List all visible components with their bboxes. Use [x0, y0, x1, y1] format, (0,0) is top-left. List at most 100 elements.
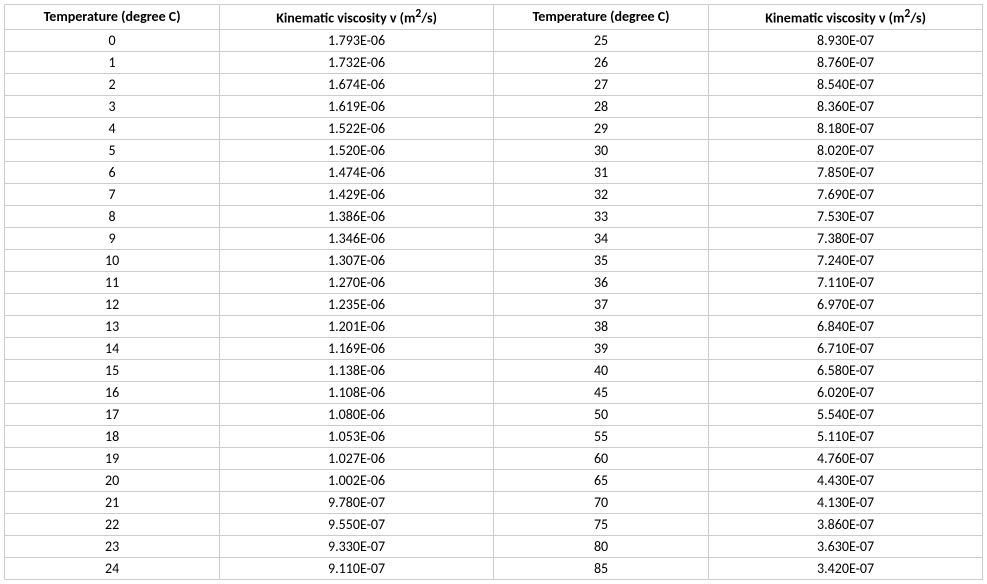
table-cell: 31 [493, 161, 708, 183]
table-cell: 6.580E-07 [709, 359, 983, 381]
table-cell: 1.474E-06 [220, 161, 494, 183]
table-row: 131.201E-06386.840E-07 [5, 315, 983, 337]
table-row: 41.522E-06298.180E-07 [5, 117, 983, 139]
table-cell: 1.235E-06 [220, 293, 494, 315]
table-cell: 6.840E-07 [709, 315, 983, 337]
viscosity-table: Temperature (degree C) Kinematic viscosi… [4, 4, 983, 580]
table-cell: 3.630E-07 [709, 535, 983, 557]
table-cell: 4.760E-07 [709, 447, 983, 469]
table-cell: 1.346E-06 [220, 227, 494, 249]
table-cell: 8.020E-07 [709, 139, 983, 161]
table-row: 21.674E-06278.540E-07 [5, 73, 983, 95]
table-cell: 1.674E-06 [220, 73, 494, 95]
table-row: 141.169E-06396.710E-07 [5, 337, 983, 359]
table-cell: 13 [5, 315, 220, 337]
table-cell: 23 [5, 535, 220, 557]
table-cell: 1.429E-06 [220, 183, 494, 205]
table-cell: 4.430E-07 [709, 469, 983, 491]
table-cell: 9.110E-07 [220, 557, 494, 579]
table-cell: 40 [493, 359, 708, 381]
table-row: 239.330E-07803.630E-07 [5, 535, 983, 557]
table-cell: 5.110E-07 [709, 425, 983, 447]
table-row: 171.080E-06505.540E-07 [5, 403, 983, 425]
table-cell: 45 [493, 381, 708, 403]
table-cell: 75 [493, 513, 708, 535]
table-row: 31.619E-06288.360E-07 [5, 95, 983, 117]
table-cell: 28 [493, 95, 708, 117]
table-cell: 39 [493, 337, 708, 359]
table-cell: 1.520E-06 [220, 139, 494, 161]
table-cell: 1.080E-06 [220, 403, 494, 425]
table-cell: 9.780E-07 [220, 491, 494, 513]
table-cell: 3.420E-07 [709, 557, 983, 579]
table-cell: 7.530E-07 [709, 205, 983, 227]
table-row: 151.138E-06406.580E-07 [5, 359, 983, 381]
table-cell: 35 [493, 249, 708, 271]
table-cell: 36 [493, 271, 708, 293]
table-cell: 1.522E-06 [220, 117, 494, 139]
table-cell: 0 [5, 29, 220, 51]
table-row: 219.780E-07704.130E-07 [5, 491, 983, 513]
table-cell: 8.180E-07 [709, 117, 983, 139]
table-cell: 25 [493, 29, 708, 51]
table-row: 81.386E-06337.530E-07 [5, 205, 983, 227]
table-cell: 11 [5, 271, 220, 293]
table-body: 01.793E-06258.930E-0711.732E-06268.760E-… [5, 29, 983, 579]
table-cell: 38 [493, 315, 708, 337]
table-cell: 1.619E-06 [220, 95, 494, 117]
table-cell: 1.793E-06 [220, 29, 494, 51]
table-row: 191.027E-06604.760E-07 [5, 447, 983, 469]
table-cell: 6.710E-07 [709, 337, 983, 359]
table-cell: 80 [493, 535, 708, 557]
table-cell: 7.240E-07 [709, 249, 983, 271]
table-cell: 60 [493, 447, 708, 469]
table-row: 181.053E-06555.110E-07 [5, 425, 983, 447]
table-cell: 1.108E-06 [220, 381, 494, 403]
table-row: 201.002E-06654.430E-07 [5, 469, 983, 491]
table-row: 161.108E-06456.020E-07 [5, 381, 983, 403]
table-cell: 10 [5, 249, 220, 271]
table-row: 111.270E-06367.110E-07 [5, 271, 983, 293]
table-cell: 9 [5, 227, 220, 249]
table-row: 101.307E-06357.240E-07 [5, 249, 983, 271]
table-cell: 5.540E-07 [709, 403, 983, 425]
table-cell: 6 [5, 161, 220, 183]
header-temp-2: Temperature (degree C) [493, 5, 708, 30]
table-row: 121.235E-06376.970E-07 [5, 293, 983, 315]
table-cell: 18 [5, 425, 220, 447]
table-row: 51.520E-06308.020E-07 [5, 139, 983, 161]
table-cell: 8.540E-07 [709, 73, 983, 95]
table-row: 71.429E-06327.690E-07 [5, 183, 983, 205]
table-row: 61.474E-06317.850E-07 [5, 161, 983, 183]
table-cell: 85 [493, 557, 708, 579]
table-cell: 21 [5, 491, 220, 513]
table-cell: 8.360E-07 [709, 95, 983, 117]
table-cell: 1.201E-06 [220, 315, 494, 337]
table-cell: 17 [5, 403, 220, 425]
table-header-row: Temperature (degree C) Kinematic viscosi… [5, 5, 983, 30]
table-cell: 12 [5, 293, 220, 315]
table-row: 229.550E-07753.860E-07 [5, 513, 983, 535]
table-cell: 1.002E-06 [220, 469, 494, 491]
header-visc-2: Kinematic viscosity v (m2/s) [709, 5, 983, 30]
table-cell: 6.020E-07 [709, 381, 983, 403]
table-row: 249.110E-07853.420E-07 [5, 557, 983, 579]
table-row: 91.346E-06347.380E-07 [5, 227, 983, 249]
header-visc-1: Kinematic viscosity v (m2/s) [220, 5, 494, 30]
table-cell: 30 [493, 139, 708, 161]
table-cell: 7.380E-07 [709, 227, 983, 249]
table-cell: 8 [5, 205, 220, 227]
table-cell: 1.307E-06 [220, 249, 494, 271]
table-cell: 4 [5, 117, 220, 139]
table-cell: 1.027E-06 [220, 447, 494, 469]
table-cell: 70 [493, 491, 708, 513]
table-cell: 4.130E-07 [709, 491, 983, 513]
table-cell: 1 [5, 51, 220, 73]
table-cell: 32 [493, 183, 708, 205]
table-cell: 15 [5, 359, 220, 381]
table-cell: 3 [5, 95, 220, 117]
table-cell: 19 [5, 447, 220, 469]
table-cell: 3.860E-07 [709, 513, 983, 535]
table-cell: 1.270E-06 [220, 271, 494, 293]
table-cell: 1.386E-06 [220, 205, 494, 227]
